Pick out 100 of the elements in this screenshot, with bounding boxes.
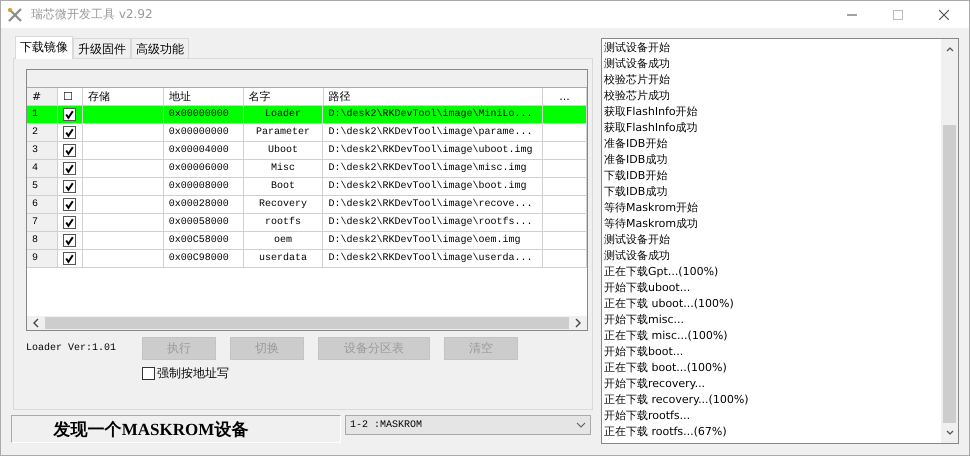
log-line: 准备IDB成功 bbox=[604, 152, 668, 168]
log-line: 正在下载 uboot...(100%) bbox=[604, 296, 735, 312]
table-cell: D:\desk2\RKDevTool\image\parame... bbox=[323, 124, 544, 141]
checkbox-label: 强制按地址写 bbox=[157, 365, 229, 382]
column-header[interactable]: ... bbox=[543, 88, 588, 105]
checkbox[interactable] bbox=[62, 144, 76, 157]
table-cell: D:\desk2\RKDevTool\image\MiniLo... bbox=[323, 106, 544, 123]
table-cell: Recovery bbox=[244, 196, 324, 213]
log-line: 测试设备成功 bbox=[604, 56, 671, 72]
table-row[interactable]: 4 0x00006000 Misc D:\desk2\RKDevTool\image\misc.img bbox=[27, 160, 587, 178]
table-row[interactable]: 9 0x00C98000 userdata D:\desk2\RKDevTool\image\userda... bbox=[27, 250, 587, 268]
close-button[interactable] bbox=[939, 10, 949, 20]
column-header[interactable]: # bbox=[27, 88, 58, 105]
table-cell: D:\desk2\RKDevTool\image\rootfs... bbox=[323, 214, 544, 231]
table-cell: rootfs bbox=[244, 214, 324, 231]
table-cell: Misc bbox=[244, 160, 324, 177]
tab[interactable]: 高级功能 bbox=[131, 38, 189, 58]
table-cell: oem bbox=[244, 232, 324, 249]
tab[interactable]: 升级固件 bbox=[73, 38, 131, 58]
horizontal-scrollbar[interactable] bbox=[27, 316, 587, 330]
log-line: 正在下载 rootfs...(67%) bbox=[604, 424, 728, 440]
table-cell: D:\desk2\RKDevTool\image\boot.img bbox=[323, 178, 544, 195]
chevron-left-icon[interactable] bbox=[32, 318, 40, 328]
log-line: 测试设备开始 bbox=[604, 232, 671, 248]
window-title: 瑞芯微开发工具 v2.92 bbox=[31, 6, 153, 23]
tools-icon bbox=[7, 6, 23, 22]
table-cell: 5 bbox=[27, 178, 58, 195]
table-cell: 0x00008000 bbox=[164, 178, 244, 195]
chevron-up-icon[interactable] bbox=[944, 45, 954, 53]
table-cell: Uboot bbox=[244, 142, 324, 159]
table-cell: userdata bbox=[244, 250, 324, 267]
column-header[interactable]: 存储 bbox=[82, 88, 164, 105]
log-line: 开始下载uboot... bbox=[604, 280, 692, 296]
log-line: 下载IDB开始 bbox=[604, 168, 668, 184]
column-header[interactable]: ☐ bbox=[58, 88, 83, 105]
table-cell: 0x00C98000 bbox=[164, 250, 244, 267]
table-cell: 8 bbox=[27, 232, 58, 249]
log-line: 校验芯片开始 bbox=[604, 72, 671, 88]
log-line: 开始下载misc... bbox=[604, 312, 686, 328]
table-cell: D:\desk2\RKDevTool\image\userda... bbox=[323, 250, 544, 267]
checkbox[interactable] bbox=[62, 180, 76, 193]
checkbox[interactable] bbox=[62, 216, 76, 229]
checkbox[interactable] bbox=[62, 126, 76, 139]
table-cell: 0x00058000 bbox=[164, 214, 244, 231]
checkbox[interactable] bbox=[62, 252, 76, 265]
table-row[interactable]: 6 0x00028000 Recovery D:\desk2\RKDevTool\image\recove... bbox=[27, 196, 587, 214]
log-line: 测试设备开始 bbox=[604, 40, 671, 56]
log-line: 正在下载 recovery...(100%) bbox=[604, 392, 750, 408]
log-line: 准备IDB开始 bbox=[604, 136, 668, 152]
log-line: 下载IDB成功 bbox=[604, 184, 668, 200]
table-cell: D:\desk2\RKDevTool\image\oem.img bbox=[323, 232, 544, 249]
log-line: 正在下载 misc...(100%) bbox=[604, 328, 729, 344]
table-cell: 0x00000000 bbox=[164, 106, 244, 123]
checkbox[interactable] bbox=[62, 198, 76, 211]
table-row[interactable]: 1 0x00000000 Loader D:\desk2\RKDevTool\image\MiniLo... bbox=[27, 106, 587, 124]
log-line: 等待Maskrom开始 bbox=[604, 200, 700, 216]
table-cell: 7 bbox=[27, 214, 58, 231]
table-cell: 0x00006000 bbox=[164, 160, 244, 177]
log-line: 测试设备成功 bbox=[604, 248, 671, 264]
table-cell: Parameter bbox=[244, 124, 324, 141]
vertical-scrollbar[interactable] bbox=[941, 39, 958, 443]
table-cell: D:\desk2\RKDevTool\image\recove... bbox=[323, 196, 544, 213]
log-line: 正在下载 boot...(100%) bbox=[604, 360, 728, 376]
checkbox[interactable] bbox=[62, 108, 76, 121]
checkbox[interactable] bbox=[62, 234, 76, 247]
table-cell: D:\desk2\RKDevTool\image\uboot.img bbox=[323, 142, 544, 159]
log-line: 校验芯片成功 bbox=[604, 88, 671, 104]
log-line: 获取FlashInfo成功 bbox=[604, 120, 699, 136]
log-line: 等待Maskrom成功 bbox=[604, 216, 700, 232]
table-cell: 9 bbox=[27, 250, 58, 267]
chevron-down-icon[interactable] bbox=[944, 429, 954, 437]
table-cell: D:\desk2\RKDevTool\image\misc.img bbox=[323, 160, 544, 177]
loader-version: Loader Ver:1.01 bbox=[26, 342, 118, 354]
table-row[interactable]: 2 0x00000000 Parameter D:\desk2\RKDevTool\image\parame... bbox=[27, 124, 587, 142]
table-cell: 0x00C58000 bbox=[164, 232, 244, 249]
table-row[interactable]: 7 0x00058000 rootfs D:\desk2\RKDevTool\image\rootfs... bbox=[27, 214, 587, 232]
table-cell: 4 bbox=[27, 160, 58, 177]
log-line: 开始下载recovery... bbox=[604, 376, 706, 392]
log-line: 正在下载Gpt...(100%) bbox=[604, 264, 720, 280]
log-line: 开始下载rootfs... bbox=[604, 408, 692, 424]
table-row[interactable]: 5 0x00008000 Boot D:\desk2\RKDevTool\image\boot.img bbox=[27, 178, 587, 196]
table-cell: 0x00004000 bbox=[164, 142, 244, 159]
column-header[interactable]: 名字 bbox=[244, 88, 324, 105]
table-row[interactable]: 3 0x00004000 Uboot D:\desk2\RKDevTool\image\uboot.img bbox=[27, 142, 587, 160]
tab[interactable]: 下载镜像 bbox=[15, 36, 73, 59]
table-row[interactable]: 8 0x00C58000 oem D:\desk2\RKDevTool\image\oem.img bbox=[27, 232, 587, 250]
table-cell: Loader bbox=[244, 106, 324, 123]
table-cell: 6 bbox=[27, 196, 58, 213]
chevron-right-icon[interactable] bbox=[574, 318, 582, 328]
column-header[interactable]: 地址 bbox=[164, 88, 244, 105]
checkbox[interactable] bbox=[62, 162, 76, 175]
checkbox[interactable] bbox=[142, 367, 155, 380]
device-dropdown[interactable]: 1-2 :MASKROM bbox=[345, 415, 591, 435]
table-cell: 0x00028000 bbox=[164, 196, 244, 213]
column-header[interactable]: 路径 bbox=[324, 88, 544, 105]
status-message: 发现一个MASKROM设备 bbox=[11, 415, 341, 443]
log-line: 开始下载boot... bbox=[604, 344, 684, 360]
table-cell: Boot bbox=[244, 178, 324, 195]
table-cell: 0x00000000 bbox=[164, 124, 244, 141]
table-cell: 2 bbox=[27, 124, 58, 141]
